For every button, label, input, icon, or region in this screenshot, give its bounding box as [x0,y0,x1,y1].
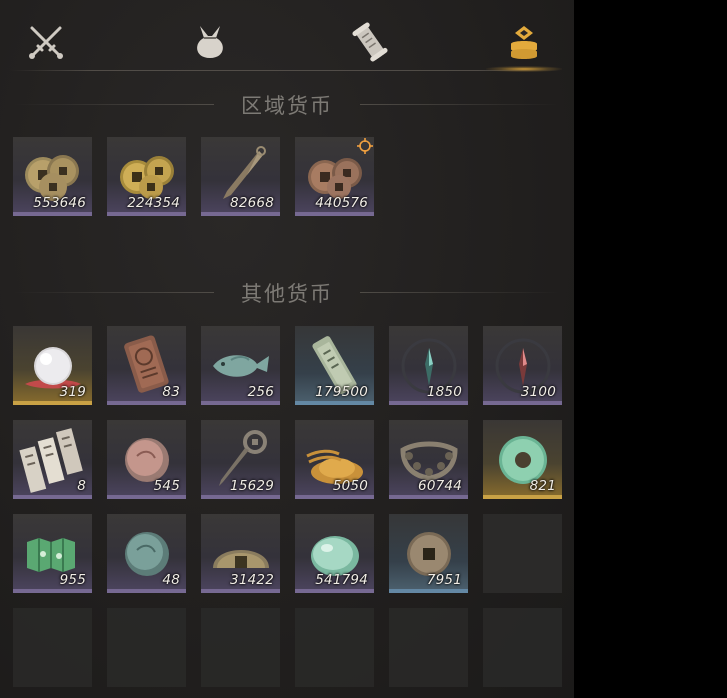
empty-background [574,0,727,698]
item-count: 60744 [418,478,462,494]
tab-bundle[interactable] [180,14,240,70]
rarity-bar [295,401,374,405]
rarity-bar [295,212,374,216]
currency-slot-half-coin[interactable]: 31422 [201,514,280,593]
empty-slot [295,608,374,687]
rarity-bar [483,495,562,499]
currency-slot-copper-coins[interactable]: 553646 [13,137,92,216]
bundle-icon [197,26,223,58]
section-divider [360,292,560,293]
currency-slot-pearl[interactable]: 319 [13,326,92,405]
tab-bar [0,0,574,78]
item-count: 15629 [230,478,274,494]
rarity-bar [295,589,374,593]
rarity-bar [107,589,186,593]
currency-slot-pink-stone[interactable]: 545 [107,420,186,499]
rarity-bar [13,495,92,499]
rarity-bar [107,212,186,216]
section-title-regional: 区域货币 [241,94,333,118]
currency-slot-coin-sword[interactable]: 15629 [201,420,280,499]
empty-slot [13,608,92,687]
rarity-bar [201,495,280,499]
section-divider [360,104,560,105]
currency-slot-paper-slips[interactable]: 8 [13,420,92,499]
item-count: 1850 [426,384,462,400]
currency-slot-red-sigil[interactable]: 3100 [483,326,562,405]
currency-slot-green-sigil[interactable]: 1850 [389,326,468,405]
item-count: 48 [162,572,180,588]
rarity-bar [107,401,186,405]
currency-slot-jade-tally[interactable]: 179500 [295,326,374,405]
item-count: 3100 [520,384,556,400]
currency-icon [511,26,537,59]
crossed-swords-icon [29,26,63,59]
item-count: 82668 [230,195,274,211]
item-count: 553646 [33,195,86,211]
rarity-bar [483,401,562,405]
currency-slot-jade-fish[interactable]: 256 [201,326,280,405]
item-count: 7951 [426,572,462,588]
empty-slot [107,608,186,687]
item-count: 545 [153,478,180,494]
empty-slot [389,608,468,687]
currency-slot-teal-stone[interactable]: 48 [107,514,186,593]
rarity-bar [201,589,280,593]
rarity-bar [201,212,280,216]
item-count: 440576 [315,195,368,211]
item-count: 5050 [332,478,368,494]
rarity-bar [13,401,92,405]
item-count: 224354 [127,195,180,211]
tab-scroll[interactable] [340,14,400,70]
currency-slot-jade-disc[interactable]: 821 [483,420,562,499]
empty-slot [201,608,280,687]
item-count: 955 [59,572,86,588]
tab-currency[interactable] [494,14,554,70]
item-count: 541794 [315,572,368,588]
tab-divider [10,70,560,71]
currency-slot-blade-token[interactable]: 82668 [201,137,280,216]
currency-slot-square-hole-coin[interactable]: 7951 [389,514,468,593]
rarity-bar [389,495,468,499]
rarity-bar [13,212,92,216]
item-count: 31422 [230,572,274,588]
rarity-bar [13,589,92,593]
rarity-bar [201,401,280,405]
currency-slot-green-map[interactable]: 955 [13,514,92,593]
item-count: 179500 [315,384,368,400]
empty-slot [483,608,562,687]
item-count: 319 [59,384,86,400]
item-count: 8 [77,478,86,494]
currency-slot-bronze-coins[interactable]: 440576 [295,137,374,216]
currency-slot-coin-string[interactable]: 60744 [389,420,468,499]
item-count: 821 [529,478,556,494]
section-title-other: 其他货币 [241,282,333,306]
item-count: 83 [162,384,180,400]
rarity-bar [389,401,468,405]
crosshair-icon [357,138,373,154]
active-tab-indicator [486,66,562,72]
currency-slot-engraved-tablet[interactable]: 83 [107,326,186,405]
rarity-bar [295,495,374,499]
currency-slot-grain-pile[interactable]: 5050 [295,420,374,499]
rarity-bar [389,589,468,593]
currency-slot-gold-coins[interactable]: 224354 [107,137,186,216]
rarity-bar [107,495,186,499]
inventory-panel: 区域货币 553646 224354 82668 440576 其他货币 319 83 2… [0,0,574,698]
scroll-icon [352,22,388,62]
tab-weapons[interactable] [16,14,76,70]
currency-slot-jade-pebble[interactable]: 541794 [295,514,374,593]
item-count: 256 [247,384,274,400]
empty-slot [483,514,562,593]
